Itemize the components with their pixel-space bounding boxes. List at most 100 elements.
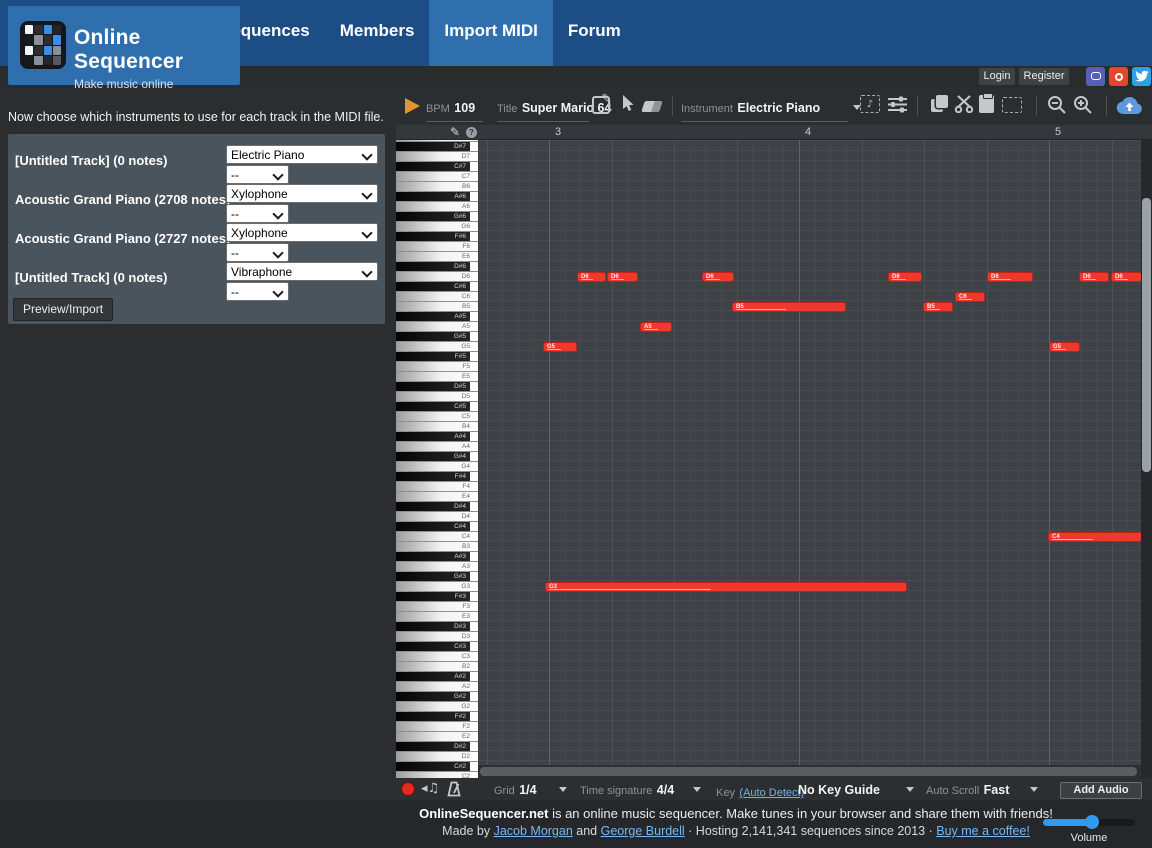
piano-key-e2[interactable]: E2 xyxy=(396,732,478,742)
piano-key-g6[interactable]: G6 xyxy=(396,222,478,232)
footer-link-jacob-morgan[interactable]: Jacob Morgan xyxy=(494,824,573,838)
piano-key-g2[interactable]: G2 xyxy=(396,702,478,712)
midi-note-d6[interactable]: D6 xyxy=(1111,272,1142,282)
piano-key-fs5[interactable]: F#5 xyxy=(396,352,478,362)
volume-slider[interactable] xyxy=(1043,819,1135,826)
edit-icon[interactable]: ✎ xyxy=(592,96,610,114)
piano-key-ds7[interactable]: D#7 xyxy=(396,142,478,152)
piano-key-c7[interactable]: C7 xyxy=(396,172,478,182)
piano-key-a4[interactable]: A4 xyxy=(396,442,478,452)
cursor-icon[interactable] xyxy=(622,95,635,112)
track-secondary-dropdown[interactable]: -- xyxy=(226,243,289,262)
piano-key-b3[interactable]: B3 xyxy=(396,542,478,552)
piano-key-a6[interactable]: A6 xyxy=(396,202,478,212)
instrument-settings-icon[interactable] xyxy=(888,96,907,113)
piano-key-gs2[interactable]: G#2 xyxy=(396,692,478,702)
piano-key-as2[interactable]: A#2 xyxy=(396,672,478,682)
piano-key-d7[interactable]: D7 xyxy=(396,152,478,162)
track-secondary-dropdown-select[interactable]: -- xyxy=(227,167,288,184)
reddit-icon[interactable] xyxy=(1109,67,1128,86)
piano-key-as6[interactable]: A#6 xyxy=(396,192,478,202)
midi-note-g5[interactable]: G5 xyxy=(543,342,577,352)
register-button[interactable]: Register xyxy=(1019,68,1069,85)
preview-import-button[interactable]: Preview/Import xyxy=(13,298,113,321)
help-icon[interactable]: ? xyxy=(466,127,477,138)
midi-note-d6[interactable]: D6 xyxy=(987,272,1033,282)
piano-key-fs3[interactable]: F#3 xyxy=(396,592,478,602)
track-secondary-dropdown[interactable]: -- xyxy=(226,204,289,223)
piano-key-d2[interactable]: D2 xyxy=(396,752,478,762)
nav-tab-import-midi[interactable]: Import MIDI xyxy=(429,0,553,66)
nav-tab-members[interactable]: Members xyxy=(325,0,430,66)
piano-key-gs6[interactable]: G#6 xyxy=(396,212,478,222)
midi-note-g3[interactable]: G3 xyxy=(545,582,907,592)
piano-key-fs6[interactable]: F#6 xyxy=(396,232,478,242)
piano-key-cs5[interactable]: C#5 xyxy=(396,402,478,412)
eraser-icon[interactable] xyxy=(641,101,663,112)
piano-key-f2[interactable]: F2 xyxy=(396,722,478,732)
cloud-save-icon[interactable] xyxy=(1115,95,1143,116)
piano-key-f3[interactable]: F3 xyxy=(396,602,478,612)
auto-detect-link[interactable]: (Auto Detect) xyxy=(739,787,804,799)
track-secondary-dropdown-select[interactable]: -- xyxy=(227,284,288,301)
piano-key-fs4[interactable]: F#4 xyxy=(396,472,478,482)
discord-icon[interactable] xyxy=(1086,67,1105,86)
piano-key-cs6[interactable]: C#6 xyxy=(396,282,478,292)
zoom-out-icon[interactable] xyxy=(1047,95,1067,114)
piano-key-cs3[interactable]: C#3 xyxy=(396,642,478,652)
piano-key-g4[interactable]: G4 xyxy=(396,462,478,472)
piano-key-gs3[interactable]: G#3 xyxy=(396,572,478,582)
volume-slider-thumb[interactable] xyxy=(1085,815,1099,829)
piano-key-ds4[interactable]: D#4 xyxy=(396,502,478,512)
piano-key-e4[interactable]: E4 xyxy=(396,492,478,502)
track-instrument-dropdown-select[interactable]: Electric Piano xyxy=(227,147,377,164)
footer-link-buy-me-a-coffee[interactable]: Buy me a coffee! xyxy=(936,824,1030,838)
piano-key-c3[interactable]: C3 xyxy=(396,652,478,662)
piano-keys-column[interactable]: D#7D7C#7C7B6A#6A6G#6G6F#6F6E6D#6D6C#6C6B… xyxy=(396,140,478,778)
footer-link-george-burdell[interactable]: George Burdell xyxy=(601,824,685,838)
midi-note-g5[interactable]: G5 xyxy=(1049,342,1080,352)
cut-icon[interactable] xyxy=(954,95,975,113)
midi-note-c6[interactable]: C6 xyxy=(955,292,985,302)
piano-key-g5[interactable]: G5 xyxy=(396,342,478,352)
midi-note-b5[interactable]: B5 xyxy=(732,302,846,312)
piano-key-cs2[interactable]: C#2 xyxy=(396,762,478,772)
piano-key-ds5[interactable]: D#5 xyxy=(396,382,478,392)
piano-key-c6[interactable]: C6 xyxy=(396,292,478,302)
instrument-select[interactable]: Instrument Electric Piano xyxy=(681,99,848,122)
timeline-ruler[interactable]: ✎ ? 345 xyxy=(396,125,1152,140)
piano-key-cs7[interactable]: C#7 xyxy=(396,162,478,172)
piano-key-gs4[interactable]: G#4 xyxy=(396,452,478,462)
track-instrument-dropdown[interactable]: Xylophone xyxy=(226,184,378,203)
select-instrument-notes-icon[interactable]: ♪ xyxy=(860,95,880,113)
piano-key-d5[interactable]: D5 xyxy=(396,392,478,402)
piano-key-b5[interactable]: B5 xyxy=(396,302,478,312)
piano-key-a2[interactable]: A2 xyxy=(396,682,478,692)
piano-key-a5[interactable]: A5 xyxy=(396,322,478,332)
piano-key-ds3[interactable]: D#3 xyxy=(396,622,478,632)
midi-input-icon[interactable]: ◂♫ xyxy=(421,781,439,796)
nav-tab-forum[interactable]: Forum xyxy=(553,0,636,66)
piano-key-a3[interactable]: A3 xyxy=(396,562,478,572)
piano-key-d3[interactable]: D3 xyxy=(396,632,478,642)
track-secondary-dropdown-select[interactable]: -- xyxy=(227,245,288,262)
piano-key-d4[interactable]: D4 xyxy=(396,512,478,522)
track-instrument-dropdown-select[interactable]: Xylophone xyxy=(227,186,377,203)
track-secondary-dropdown[interactable]: -- xyxy=(226,282,289,301)
piano-key-fs2[interactable]: F#2 xyxy=(396,712,478,722)
pencil-icon[interactable]: ✎ xyxy=(450,125,460,139)
piano-key-g3[interactable]: G3 xyxy=(396,582,478,592)
midi-note-c4[interactable]: C4 xyxy=(1048,532,1142,542)
twitter-icon[interactable] xyxy=(1132,67,1151,86)
piano-key-c4[interactable]: C4 xyxy=(396,532,478,542)
piano-key-b4[interactable]: B4 xyxy=(396,422,478,432)
track-instrument-dropdown-select[interactable]: Xylophone xyxy=(227,225,377,242)
piano-key-b6[interactable]: B6 xyxy=(396,182,478,192)
piano-key-c5[interactable]: C5 xyxy=(396,412,478,422)
horizontal-scrollbar-thumb[interactable] xyxy=(480,767,1137,776)
marquee-select-icon[interactable] xyxy=(1002,97,1022,113)
piano-key-e3[interactable]: E3 xyxy=(396,612,478,622)
midi-note-b5[interactable]: B5 xyxy=(923,302,953,312)
midi-note-d6[interactable]: D6 xyxy=(888,272,922,282)
piano-key-e6[interactable]: E6 xyxy=(396,252,478,262)
